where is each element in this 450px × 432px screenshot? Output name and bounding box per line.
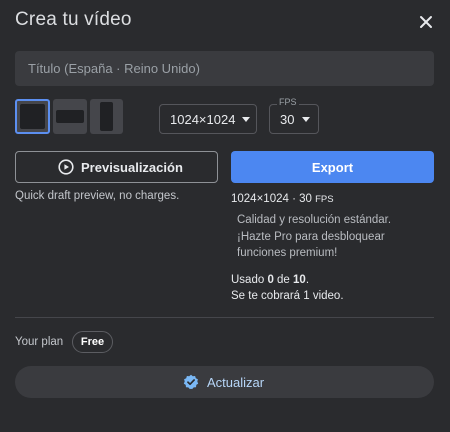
plan-badge: Free: [72, 331, 113, 353]
divider: [15, 317, 434, 318]
export-button-label: Export: [311, 160, 354, 175]
resolution-value: 1024×1024: [170, 112, 236, 127]
fps-select[interactable]: 30: [269, 104, 319, 134]
usage-prefix: Usado: [231, 274, 268, 286]
export-button[interactable]: Export: [231, 151, 434, 183]
spec-separator: ·: [288, 193, 300, 205]
fps-label: FPS: [277, 97, 299, 107]
usage-line: Usado 0 de 10.: [231, 272, 344, 288]
square-frame-icon: [20, 104, 45, 129]
export-fps-value: 30: [299, 193, 312, 205]
preview-button[interactable]: Previsualización: [15, 151, 218, 183]
close-icon[interactable]: [417, 13, 435, 31]
preview-hint: Quick draft preview, no charges.: [15, 190, 180, 202]
landscape-frame-icon: [56, 110, 84, 123]
preview-button-label: Previsualización: [81, 160, 183, 175]
usage-info: Usado 0 de 10. Se te cobrará 1 video.: [231, 272, 344, 304]
dialog-title: Crea tu vídeo: [15, 9, 132, 30]
usage-suffix: .: [305, 274, 310, 286]
resolution-select[interactable]: 1024×1024: [159, 104, 257, 134]
export-resolution: 1024×1024: [231, 193, 289, 205]
aspect-ratio-square-option[interactable]: [15, 99, 50, 134]
video-title-input[interactable]: [15, 51, 434, 86]
chevron-down-icon: [242, 117, 250, 122]
fps-value: 30: [280, 112, 295, 127]
usage-total: 10: [293, 274, 306, 286]
aspect-ratio-landscape-option[interactable]: [53, 99, 87, 134]
portrait-frame-icon: [100, 102, 113, 131]
aspect-ratio-portrait-option[interactable]: [90, 99, 123, 134]
charge-line: Se te cobrará 1 video.: [231, 290, 344, 302]
play-circle-icon: [58, 159, 74, 175]
export-fps-unit: FPS: [315, 194, 334, 205]
plan-label: Your plan: [15, 336, 64, 348]
quality-note: Calidad y resolución estándar. ¡Hazte Pr…: [237, 214, 392, 259]
verified-badge-icon: [183, 374, 199, 390]
upgrade-button[interactable]: Actualizar: [15, 366, 434, 398]
chevron-down-icon: [302, 117, 310, 122]
export-spec: 1024×1024 · 30 FPS: [231, 193, 334, 205]
usage-middle: de: [273, 274, 294, 286]
upgrade-button-label: Actualizar: [207, 375, 265, 390]
